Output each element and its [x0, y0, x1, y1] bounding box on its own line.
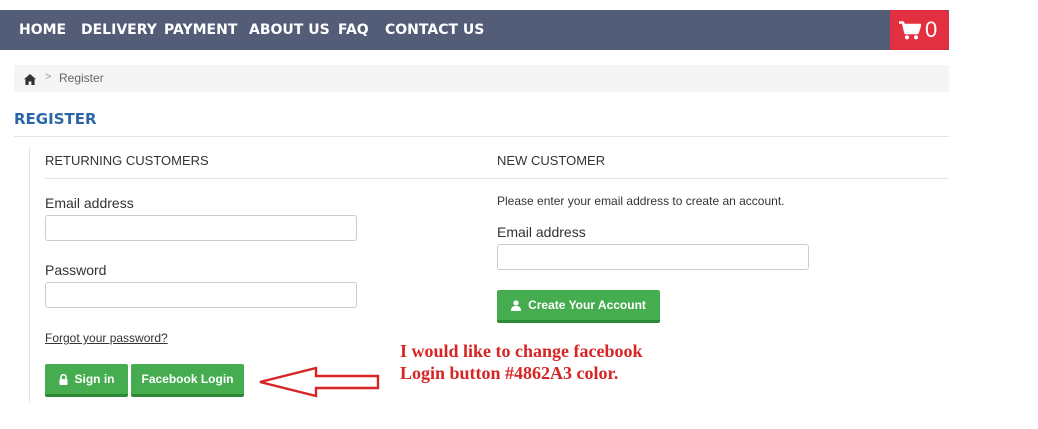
nav-contact-us[interactable]: CONTACT US: [385, 10, 484, 50]
cart-count: 0: [925, 17, 938, 42]
breadcrumb-home-link[interactable]: [24, 72, 36, 90]
login-password-input[interactable]: [45, 282, 357, 308]
breadcrumb-current: Register: [59, 71, 104, 85]
nav-home[interactable]: HOME: [19, 10, 66, 50]
login-email-label: Email address: [45, 195, 134, 211]
login-email-input[interactable]: [45, 215, 357, 241]
sign-in-button[interactable]: Sign in: [45, 364, 128, 397]
left-vertical-divider: [29, 147, 30, 402]
login-password-label: Password: [45, 262, 107, 278]
sign-in-label: Sign in: [74, 372, 115, 386]
forgot-password-link[interactable]: Forgot your password?: [45, 331, 168, 345]
red-arrow-icon: [259, 366, 380, 398]
main-navbar: HOME DELIVERY PAYMENT ABOUT US FAQ CONTA…: [0, 10, 949, 50]
lock-icon: [59, 373, 67, 385]
register-email-label: Email address: [497, 224, 586, 240]
user-icon: [511, 299, 522, 311]
annotation-line-2: Login button #4862A3 color.: [400, 363, 619, 383]
home-icon: [24, 74, 36, 85]
facebook-login-button[interactable]: Facebook Login: [131, 364, 244, 397]
breadcrumb: > Register: [14, 65, 949, 92]
title-divider: [14, 136, 949, 137]
cart-button[interactable]: 0: [890, 10, 949, 50]
facebook-login-label: Facebook Login: [141, 372, 234, 386]
nav-delivery[interactable]: DELIVERY: [81, 10, 157, 50]
nav-about-us[interactable]: ABOUT US: [249, 10, 330, 50]
returning-customers-heading: RETURNING CUSTOMERS: [45, 153, 209, 168]
new-customer-intro: Please enter your email address to creat…: [497, 194, 785, 208]
breadcrumb-separator: >: [45, 71, 52, 83]
section-divider: [45, 178, 949, 179]
annotation-note: I would like to change facebook Login bu…: [400, 340, 643, 384]
new-customer-heading: NEW CUSTOMER: [497, 153, 606, 168]
create-account-button[interactable]: Create Your Account: [497, 290, 660, 323]
nav-payment[interactable]: PAYMENT: [164, 10, 237, 50]
create-account-label: Create Your Account: [528, 298, 646, 312]
page-title: REGISTER: [14, 110, 97, 128]
shopping-cart-icon: [899, 21, 921, 40]
annotation-line-1: I would like to change facebook: [400, 341, 643, 361]
nav-faq[interactable]: FAQ: [338, 10, 369, 50]
register-email-input[interactable]: [497, 244, 809, 270]
